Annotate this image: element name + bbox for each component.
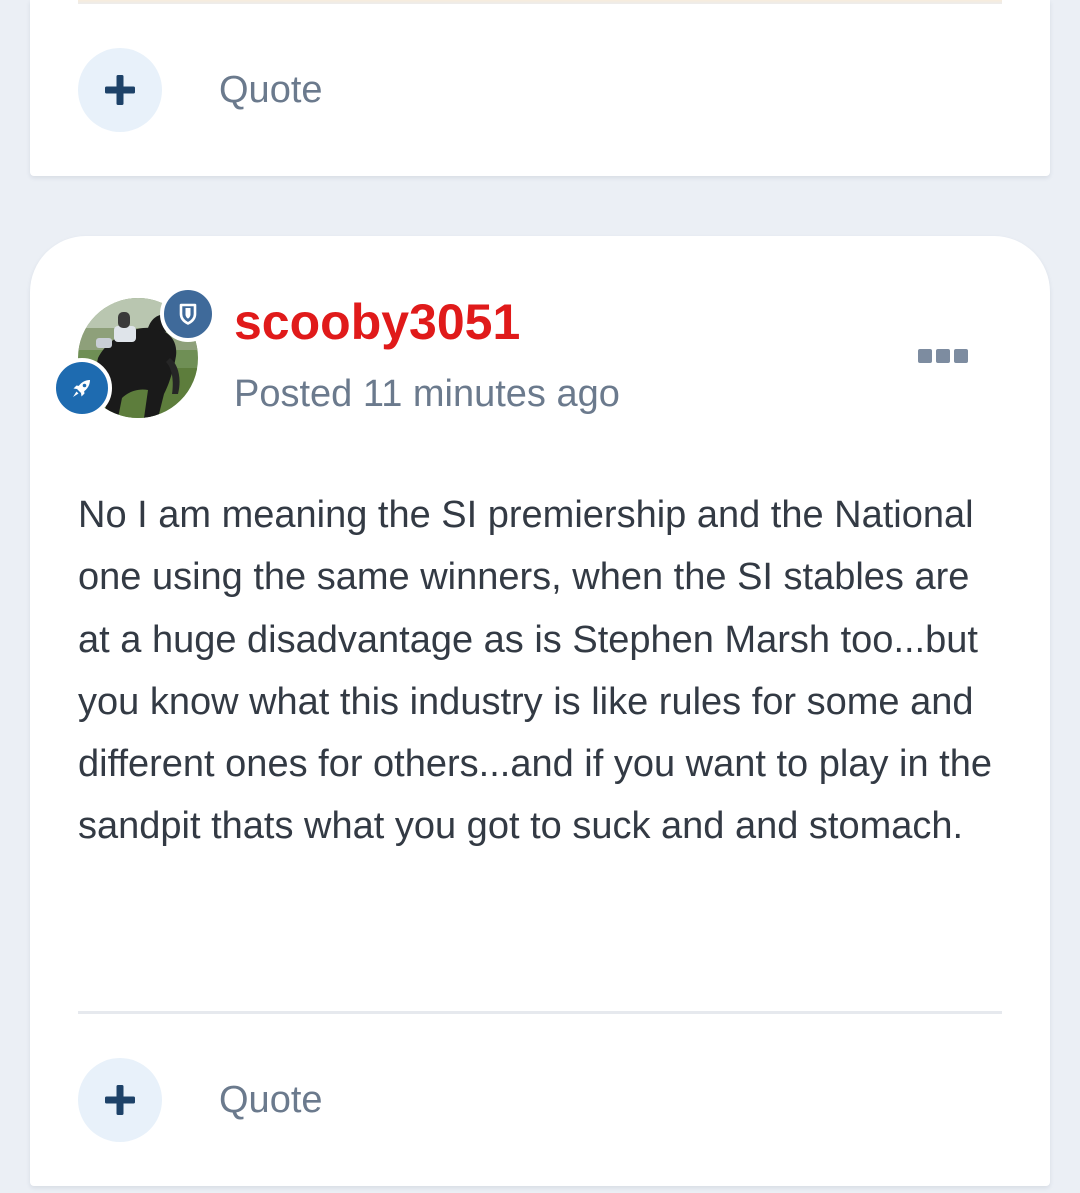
author-username[interactable]: scooby3051: [234, 292, 520, 352]
post-timestamp: Posted 11 minutes ago: [234, 370, 620, 418]
posted-prefix: Posted: [234, 373, 363, 415]
author-avatar-group: [52, 286, 216, 422]
post-card: scooby3051 Posted 11 minutes ago No I am…: [30, 236, 1050, 1186]
post-divider: [78, 1011, 1002, 1014]
shield-icon: [179, 303, 197, 325]
multiquote-button[interactable]: [78, 1058, 162, 1142]
plus-icon: [105, 75, 135, 105]
rocket-icon: [73, 380, 90, 397]
post-actions: Quote: [78, 1058, 323, 1142]
ellipsis-menu-icon: [918, 349, 932, 363]
post-options-menu[interactable]: [918, 346, 970, 366]
plus-icon: [105, 1085, 135, 1115]
quote-button[interactable]: Quote: [219, 69, 323, 112]
previous-post-card: Quote: [30, 0, 1050, 176]
multiquote-button[interactable]: [78, 48, 162, 132]
rank-badge: [52, 358, 112, 418]
quote-button[interactable]: Quote: [219, 1079, 323, 1122]
moderator-badge: [160, 286, 216, 342]
previous-post-actions: Quote: [78, 48, 323, 132]
post-content: No I am meaning the SI premiership and t…: [78, 494, 992, 848]
previous-post-divider: [78, 0, 1002, 4]
posted-time-link[interactable]: 11 minutes ago: [363, 373, 620, 415]
